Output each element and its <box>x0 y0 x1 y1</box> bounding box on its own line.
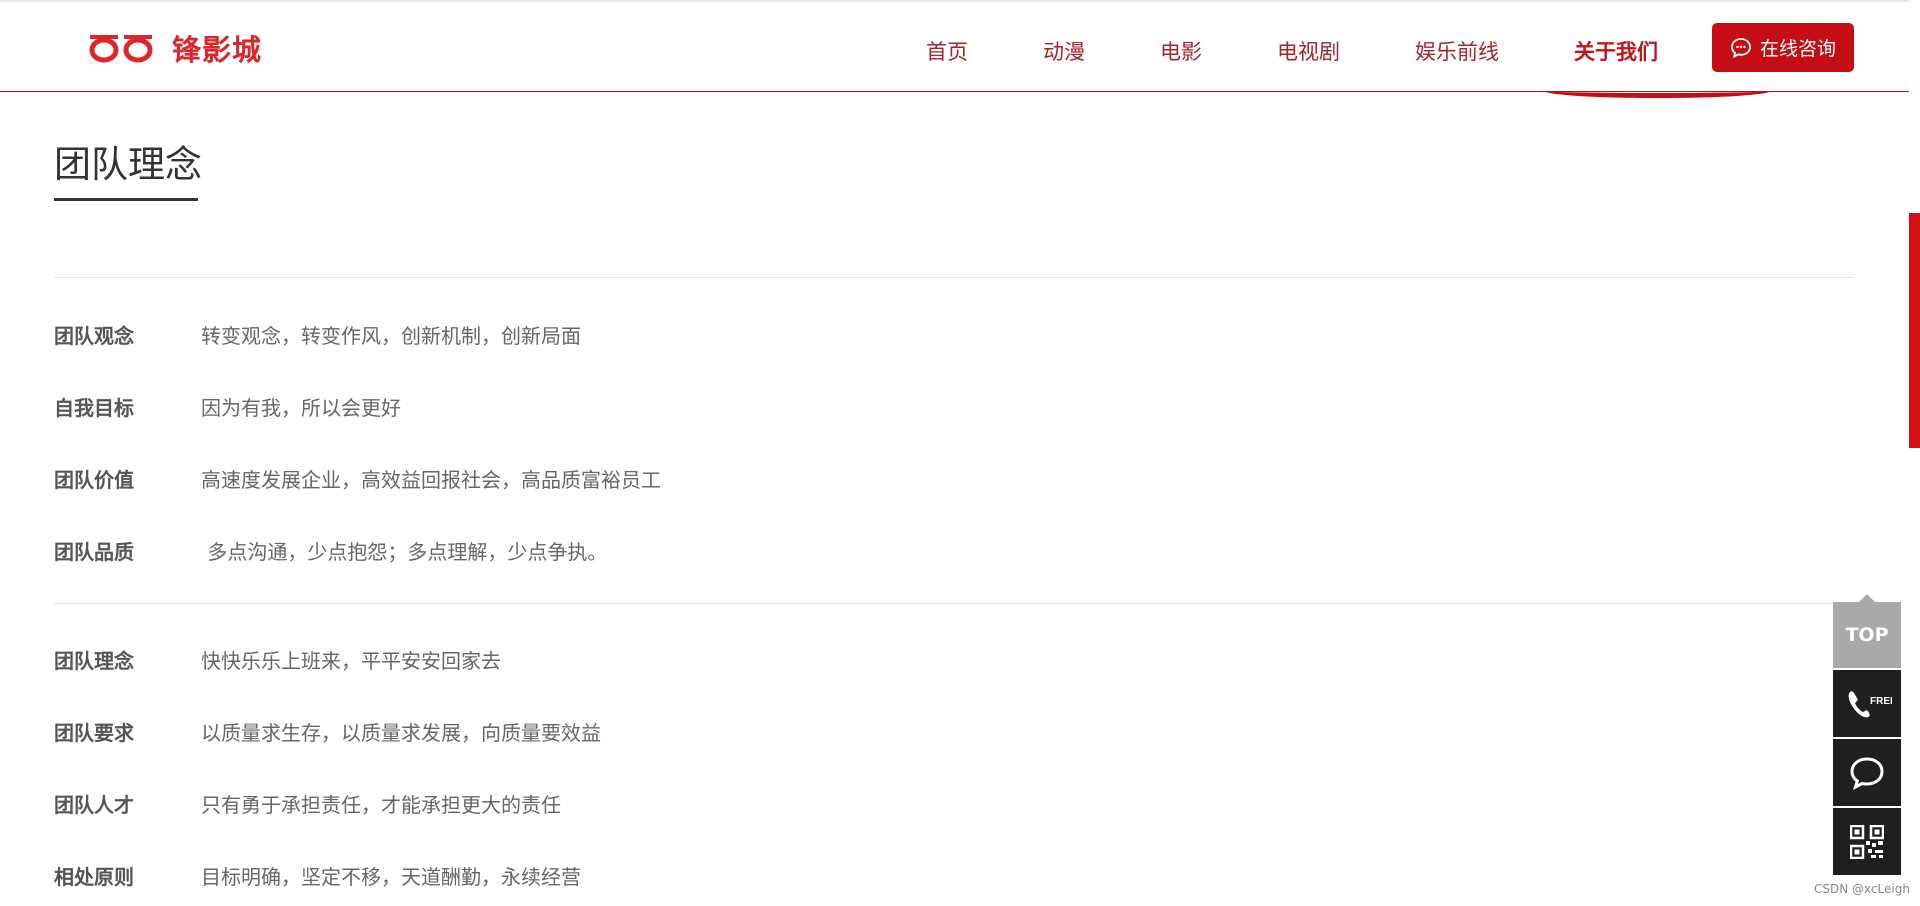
free-call-button[interactable]: FREE <box>1833 670 1901 737</box>
qr-code-button[interactable] <box>1833 808 1901 875</box>
nav-anime[interactable]: 动漫 <box>1043 36 1085 66</box>
item-value: 因为有我，所以会更好 <box>201 395 401 420</box>
item-value: 高速度发展企业，高效益回报社会，高品质富裕员工 <box>201 467 661 492</box>
list-item: 团队人才 只有勇于承担责任，才能承担更大的责任 <box>54 788 561 818</box>
item-value: 以质量求生存，以质量求发展，向质量要效益 <box>201 720 601 745</box>
item-label: 相处原则 <box>54 864 134 889</box>
back-to-top-button[interactable]: TOP <box>1833 594 1901 668</box>
list-item: 自我目标 因为有我，所以会更好 <box>54 391 401 421</box>
free-label: FREE <box>1870 696 1892 707</box>
site-logo[interactable]: 锋影城 <box>88 28 262 68</box>
online-consult-label: 在线咨询 <box>1759 38 1836 60</box>
online-consult-button[interactable]: 在线咨询 <box>1712 23 1854 72</box>
list-item: 团队观念 转变观念，转变作风，创新机制，创新局面 <box>54 319 581 349</box>
scrollbar-thumb[interactable] <box>1909 213 1920 448</box>
item-label: 团队价值 <box>54 467 134 492</box>
item-label: 团队品质 <box>54 539 134 564</box>
phone-icon: FREE <box>1848 690 1892 717</box>
list-item: 团队品质 多点沟通，少点抱怨；多点理解，少点争执。 <box>54 535 607 565</box>
item-label: 团队要求 <box>54 720 134 745</box>
item-value: 目标明确，坚定不移，天道酬勤，永续经营 <box>201 864 581 889</box>
item-value: 转变观念，转变作风，创新机制，创新局面 <box>201 323 581 348</box>
nav-tv-series[interactable]: 电视剧 <box>1277 36 1340 66</box>
logo-text: 锋影城 <box>172 33 263 67</box>
item-label: 团队理念 <box>54 648 134 673</box>
nav-about-us[interactable]: 关于我们 <box>1574 36 1658 66</box>
nav-movies[interactable]: 电影 <box>1160 36 1202 66</box>
logo-mark-icon <box>89 35 153 63</box>
chat-button[interactable] <box>1833 739 1901 806</box>
page-title: 团队理念 <box>54 143 202 186</box>
site-header: 锋影城 首页 动漫 电影 电视剧 娱乐前线 关于我们 在线咨询 <box>0 0 1909 92</box>
item-label: 团队人才 <box>54 792 134 817</box>
floating-toolbar: TOP FREE <box>1833 594 1901 875</box>
top-label: TOP <box>1845 624 1889 646</box>
qr-code-icon <box>1850 824 1884 859</box>
chat-bubble-icon <box>1731 37 1751 58</box>
item-label: 团队观念 <box>54 323 134 348</box>
divider <box>54 277 1854 278</box>
watermark: CSDN @xcLeigh <box>1814 882 1910 896</box>
list-item: 团队要求 以质量求生存，以质量求发展，向质量要效益 <box>54 716 601 746</box>
chat-bubble-icon <box>1850 756 1884 790</box>
item-value: 只有勇于承担责任，才能承担更大的责任 <box>201 792 561 817</box>
decorative-red-arc <box>1545 84 1770 98</box>
list-item: 相处原则 目标明确，坚定不移，天道酬勤，永续经营 <box>54 860 581 890</box>
nav-home[interactable]: 首页 <box>926 36 968 66</box>
item-value: 多点沟通，少点抱怨；多点理解，少点争执。 <box>201 539 608 564</box>
list-item: 团队价值 高速度发展企业，高效益回报社会，高品质富裕员工 <box>54 463 661 493</box>
item-label: 自我目标 <box>54 395 134 420</box>
title-underline <box>54 198 198 201</box>
item-value: 快快乐乐上班来，平平安安回家去 <box>201 648 501 673</box>
divider <box>54 603 1854 604</box>
list-item: 团队理念 快快乐乐上班来，平平安安回家去 <box>54 644 501 674</box>
nav-entertainment[interactable]: 娱乐前线 <box>1415 36 1499 66</box>
